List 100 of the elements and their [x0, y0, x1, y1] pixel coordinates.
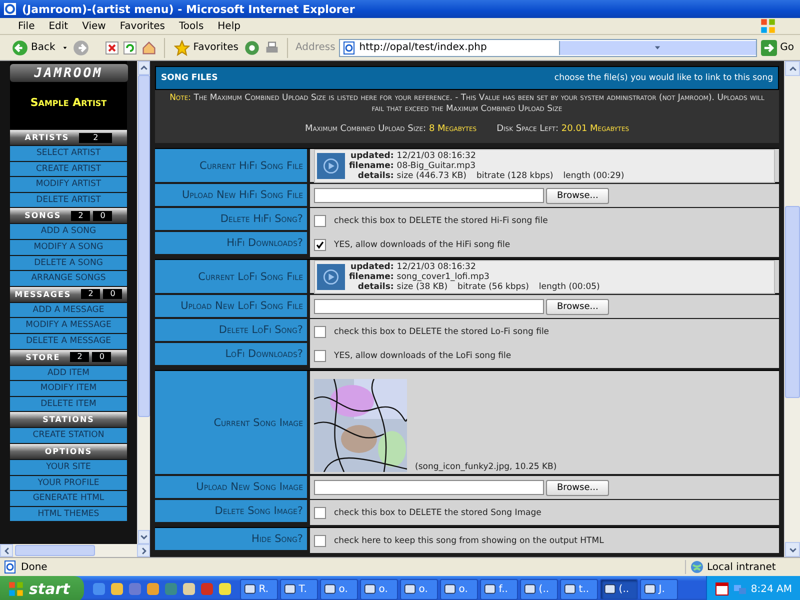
refresh-icon[interactable]	[123, 40, 138, 54]
scroll-thumb[interactable]	[15, 545, 95, 556]
menu-link[interactable]: CREATE STATION	[10, 428, 127, 443]
menu-item[interactable]: File	[12, 20, 41, 32]
browse-button[interactable]: Browse...	[546, 298, 610, 314]
status-text: Done	[21, 562, 48, 572]
menu-link[interactable]: ADD A MESSAGE	[10, 302, 127, 318]
menu-item[interactable]: View	[76, 20, 112, 32]
checkbox[interactable]	[314, 214, 326, 226]
taskbar-button[interactable]: f..	[480, 578, 518, 600]
count-badge: 0	[93, 210, 112, 221]
field-label: Upload New Song Image	[155, 476, 307, 498]
field-label: HiFi Downloads?	[155, 232, 307, 254]
taskbar-button[interactable]: o.	[400, 578, 438, 600]
menu-link[interactable]: HTML THEMES	[10, 506, 127, 522]
app-icon	[604, 583, 616, 595]
media-icon[interactable]	[244, 40, 260, 56]
menu-item[interactable]: Favorites	[114, 20, 172, 32]
menu-link[interactable]: MODIFY A SONG	[10, 240, 127, 255]
taskbar-button[interactable]: R.	[240, 578, 278, 600]
count-badge: 2	[70, 352, 90, 362]
file-path-field[interactable]	[314, 299, 544, 314]
calendar-icon[interactable]	[714, 582, 729, 596]
stop-icon[interactable]	[105, 40, 120, 54]
menu-item[interactable]: Edit	[42, 20, 74, 32]
quick-launch-icon[interactable]	[182, 582, 196, 596]
menu-item[interactable]: Tools	[173, 20, 210, 32]
play-button[interactable]	[317, 264, 345, 290]
quick-launch-icon[interactable]	[218, 582, 232, 596]
home-icon[interactable]	[141, 40, 158, 56]
quick-launch-icon[interactable]	[92, 582, 106, 596]
checkbox[interactable]	[314, 534, 326, 546]
menu-item[interactable]: Help	[212, 20, 246, 32]
menu-link[interactable]: ADD A SONG	[10, 224, 127, 239]
menu-link[interactable]: DELETE ITEM	[10, 396, 127, 412]
play-icon	[323, 268, 339, 284]
checkbox[interactable]	[314, 326, 326, 338]
browse-button[interactable]: Browse...	[546, 480, 610, 496]
app-icon	[524, 583, 536, 595]
menu-link[interactable]: YOUR PROFILE	[10, 476, 127, 490]
taskbar-button[interactable]: (..	[600, 578, 638, 600]
taskbar-button[interactable]: (..	[520, 578, 558, 600]
windows-flag-icon	[8, 581, 24, 597]
scroll-up-icon	[139, 63, 149, 73]
menu-link[interactable]: SELECT ARTIST	[10, 146, 127, 161]
go-button[interactable]: Go	[761, 40, 800, 56]
taskbar-button[interactable]: J.	[640, 578, 678, 600]
quick-launch-icon[interactable]	[110, 582, 124, 596]
back-button[interactable]: Back	[10, 38, 58, 56]
section-title: OPTIONS	[44, 446, 92, 456]
address-field[interactable]: http://opal/test/index.php	[339, 38, 758, 56]
quick-launch-icon[interactable]	[146, 582, 160, 596]
menu-link[interactable]: ADD ITEM	[10, 366, 127, 380]
taskbar-button[interactable]: o.	[320, 578, 358, 600]
browser-icon	[3, 2, 17, 16]
checkbox-label: check this box to DELETE the stored Song Image	[334, 508, 542, 518]
taskbar-button[interactable]: o.	[440, 578, 478, 600]
file-path-field[interactable]	[314, 188, 544, 203]
menu-link[interactable]: YOUR SITE	[10, 460, 127, 474]
globe-icon	[690, 560, 704, 574]
scroll-thumb[interactable]	[785, 206, 800, 398]
app-icon	[644, 583, 656, 595]
vertical-scrollbar[interactable]	[137, 61, 150, 544]
file-detail: size (446.73 KB)	[396, 170, 466, 180]
file-path-field[interactable]	[314, 480, 544, 495]
menu-link[interactable]: DELETE A MESSAGE	[10, 334, 127, 349]
checkbox[interactable]	[314, 506, 326, 518]
start-button[interactable]: start	[0, 576, 84, 600]
checkbox-label: YES, allow downloads of the LoFi song file	[334, 350, 512, 360]
menu-link[interactable]: GENERATE HTML	[10, 491, 127, 506]
horizontal-scrollbar[interactable]	[0, 544, 150, 557]
menu-link[interactable]: MODIFY A MESSAGE	[10, 318, 127, 333]
vertical-scrollbar[interactable]	[784, 61, 800, 557]
menu-link[interactable]: MODIFY ARTIST	[10, 177, 127, 192]
count-badge: 2	[71, 210, 90, 221]
scroll-thumb[interactable]	[138, 75, 150, 417]
checkbox[interactable]	[314, 350, 326, 362]
menu-link[interactable]: ARRANGE SONGS	[10, 271, 127, 286]
menu-link[interactable]: CREATE ARTIST	[10, 162, 127, 176]
field-label: filename:	[349, 160, 394, 170]
field-label: Delete Song Image?	[155, 500, 307, 522]
menu-link[interactable]: MODIFY ITEM	[10, 381, 127, 396]
count-badge: 0	[92, 352, 112, 362]
favorites-button[interactable]: Favorites	[172, 38, 240, 56]
play-button[interactable]	[317, 152, 345, 178]
updated-date: 12/21/03 08:16:32	[396, 150, 477, 160]
menu-link[interactable]: DELETE A SONG	[10, 256, 127, 270]
app-icon	[364, 583, 376, 595]
printer-icon[interactable]	[264, 40, 280, 56]
taskbar-button[interactable]: t..	[560, 578, 598, 600]
checkbox[interactable]	[314, 238, 326, 250]
section-title: ARTISTS	[24, 133, 70, 142]
file-detail: size (38 KB)	[396, 282, 448, 292]
taskbar-button[interactable]: o.	[360, 578, 398, 600]
taskbar-button[interactable]: T.	[280, 578, 318, 600]
browse-button[interactable]: Browse...	[546, 188, 610, 204]
app-icon	[324, 583, 336, 595]
file-detail: length (00:29)	[563, 170, 624, 180]
menu-link[interactable]: DELETE ARTIST	[10, 192, 127, 208]
field-label: Delete HiFi Song?	[155, 208, 307, 230]
